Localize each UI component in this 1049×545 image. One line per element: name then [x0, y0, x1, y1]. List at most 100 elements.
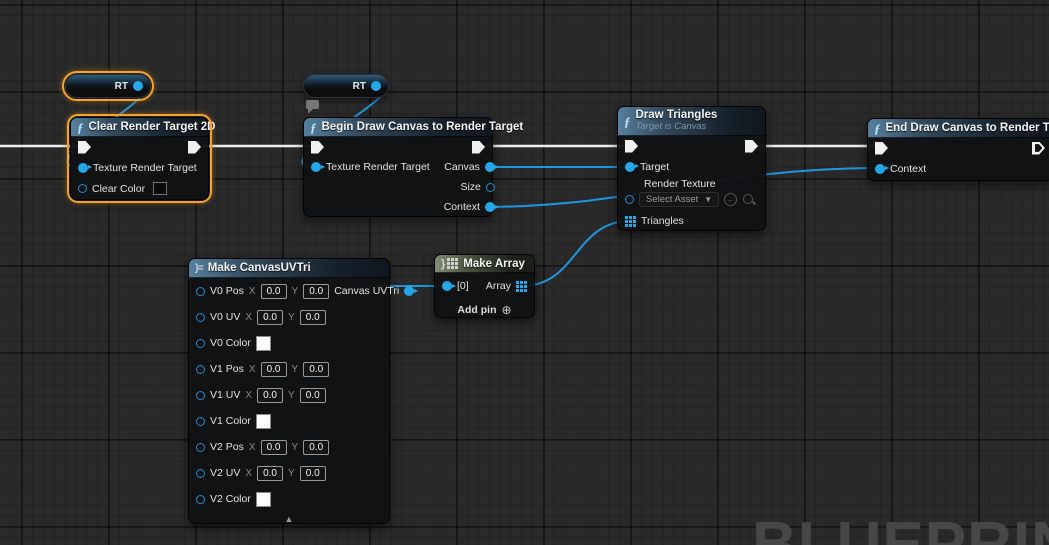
pin-label: Canvas	[444, 161, 480, 173]
node-end-draw-canvas[interactable]: ƒ End Draw Canvas to Render Target Conte…	[867, 118, 1049, 181]
pin-label: Triangles	[641, 215, 684, 227]
pin-v2-uv[interactable]	[196, 469, 205, 478]
rt1-output-pin[interactable]	[133, 81, 143, 91]
v1-uv-x-input[interactable]: 0.0	[257, 388, 283, 403]
function-icon: ƒ	[310, 121, 317, 134]
pin-label: Canvas UVTri	[334, 285, 399, 297]
pin-canvas-uvtri-out[interactable]	[404, 286, 414, 296]
x-axis-label: X	[249, 286, 256, 297]
pin-label: Context	[890, 163, 926, 175]
pin-label: Clear Color	[92, 183, 145, 195]
pin-label: Texture Render Target	[326, 161, 430, 173]
x-axis-label: X	[249, 442, 256, 453]
select-asset-dropdown[interactable]: Select Asset ▼	[639, 192, 719, 207]
pin-label: V0 Pos	[210, 285, 244, 297]
node-draw-triangles[interactable]: ƒ Draw Triangles Target is Canvas Target…	[617, 106, 766, 231]
pin-context[interactable]	[485, 202, 495, 212]
collapse-chevron-icon[interactable]: ▲	[285, 514, 294, 524]
pin-triangles-array[interactable]	[625, 216, 636, 227]
node-begin-draw-canvas[interactable]: ƒ Begin Draw Canvas to Render Target Tex…	[303, 117, 493, 217]
exec-in-pin[interactable]	[875, 142, 888, 155]
v2-uv-x-input[interactable]: 0.0	[257, 466, 283, 481]
v0-pos-y-input[interactable]: 0.0	[303, 284, 329, 299]
v2-color-swatch[interactable]	[256, 492, 271, 507]
pin-v2-pos[interactable]	[196, 443, 205, 452]
node-subtitle: Target is Canvas	[636, 122, 718, 133]
v2-uv-y-input[interactable]: 0.0	[300, 466, 326, 481]
rt2-output-pin[interactable]	[371, 81, 381, 91]
y-axis-label: Y	[288, 468, 295, 479]
node-title: End Draw Canvas to Render Target	[886, 122, 1049, 134]
v0-uv-x-input[interactable]: 0.0	[257, 310, 283, 325]
comment-bubble-icon[interactable]	[306, 100, 319, 109]
node-title: Make CanvasUVTri	[208, 262, 311, 274]
v1-pos-x-input[interactable]: 0.0	[261, 362, 287, 377]
pin-v1-uv[interactable]	[196, 391, 205, 400]
exec-out-pin[interactable]	[472, 141, 485, 154]
pin-target[interactable]	[625, 162, 635, 172]
v0-pos-x-input[interactable]: 0.0	[261, 284, 287, 299]
exec-out-pin[interactable]	[188, 141, 201, 154]
exec-in-pin[interactable]	[311, 141, 324, 154]
node-title: Make Array	[463, 258, 525, 270]
pin-v2-color[interactable]	[196, 495, 205, 504]
node-rt-variable-2[interactable]: RT	[303, 74, 389, 98]
v1-color-swatch[interactable]	[256, 414, 271, 429]
add-pin-icon: ⊕	[502, 303, 512, 317]
node-header: ƒ Begin Draw Canvas to Render Target	[304, 118, 492, 137]
pin-texture-render-target[interactable]	[78, 163, 88, 173]
pin-v0-uv[interactable]	[196, 313, 205, 322]
variable-label: RT	[115, 81, 128, 92]
node-make-array[interactable]: } Make Array [0] Array Add pin ⊕	[434, 254, 535, 318]
pin-v1-pos[interactable]	[196, 365, 205, 374]
exec-in-pin[interactable]	[625, 140, 638, 153]
chevron-down-icon: ▼	[704, 195, 712, 204]
function-icon: ƒ	[624, 115, 631, 128]
browse-asset-button[interactable]	[742, 193, 756, 207]
v2-pos-x-input[interactable]: 0.0	[261, 440, 287, 455]
pin-array-element-0[interactable]	[442, 281, 452, 291]
pin-v0-color[interactable]	[196, 339, 205, 348]
exec-in-pin[interactable]	[78, 141, 91, 154]
pin-label: V0 UV	[210, 311, 240, 323]
node-clear-render-target-2d[interactable]: ƒ Clear Render Target 2D Texture Render …	[70, 117, 209, 200]
y-axis-label: Y	[288, 312, 295, 323]
pin-label: V0 Color	[210, 337, 251, 349]
pin-context[interactable]	[875, 164, 885, 174]
pin-canvas[interactable]	[485, 162, 495, 172]
pin-label: V1 Color	[210, 415, 251, 427]
make-array-icon: }	[441, 258, 445, 270]
v0-uv-y-input[interactable]: 0.0	[300, 310, 326, 325]
v0-color-swatch[interactable]	[256, 336, 271, 351]
pin-v0-pos[interactable]	[196, 287, 205, 296]
node-make-canvas-uvtri[interactable]: }= Make CanvasUVTri V0 Pos X 0.0 Y 0.0 C…	[188, 258, 390, 524]
node-header: ƒ Draw Triangles Target is Canvas	[618, 107, 765, 136]
v1-uv-y-input[interactable]: 0.0	[300, 388, 326, 403]
add-pin-button[interactable]: Add pin ⊕	[435, 299, 534, 321]
exec-out-pin[interactable]	[1032, 142, 1045, 155]
y-axis-label: Y	[292, 442, 299, 453]
array-grid-icon	[447, 258, 458, 269]
make-struct-icon: }=	[195, 263, 203, 274]
pin-clear-color[interactable]	[78, 184, 87, 193]
function-icon: ƒ	[874, 122, 881, 135]
v2-pos-y-input[interactable]: 0.0	[303, 440, 329, 455]
pin-label: V2 UV	[210, 467, 240, 479]
function-icon: ƒ	[77, 121, 84, 134]
pin-v1-color[interactable]	[196, 417, 205, 426]
pin-label: [0]	[457, 280, 469, 292]
pin-label: V2 Color	[210, 493, 251, 505]
clear-color-swatch[interactable]	[153, 182, 167, 195]
exec-out-pin[interactable]	[745, 140, 758, 153]
pin-array-out[interactable]	[516, 281, 527, 292]
node-header: ƒ End Draw Canvas to Render Target	[868, 119, 1049, 138]
use-selected-asset-button[interactable]: ←	[724, 193, 737, 206]
pin-texture-render-target[interactable]	[311, 162, 321, 172]
node-rt-variable-1[interactable]: RT	[65, 74, 151, 98]
add-pin-label: Add pin	[457, 304, 496, 316]
pin-size[interactable]	[486, 183, 495, 192]
variable-label: RT	[353, 81, 366, 92]
v1-pos-y-input[interactable]: 0.0	[303, 362, 329, 377]
pin-render-texture[interactable]	[625, 195, 634, 204]
node-title: Begin Draw Canvas to Render Target	[322, 121, 524, 133]
